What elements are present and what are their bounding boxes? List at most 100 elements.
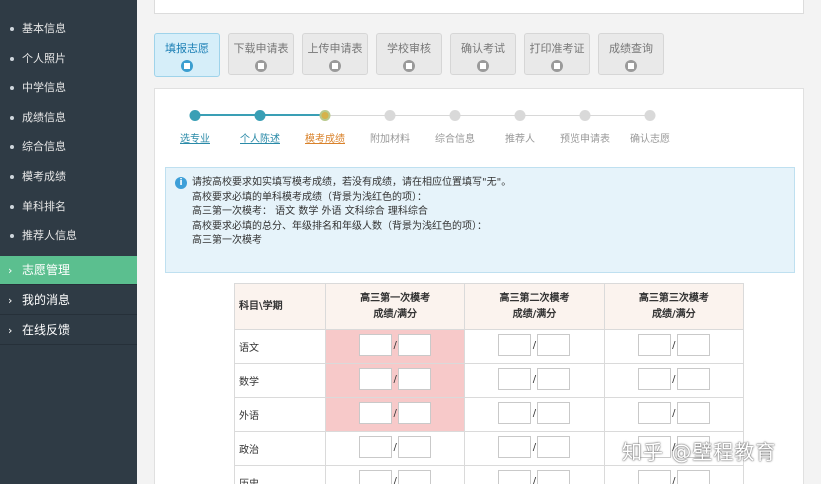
- full-score-input[interactable]: [676, 334, 710, 356]
- step-label: 下载申请表: [233, 42, 289, 55]
- step-school-review[interactable]: 学校审核: [376, 33, 442, 75]
- score-cell: /: [324, 431, 466, 466]
- full-score-input[interactable]: [537, 470, 571, 484]
- score-input[interactable]: [498, 368, 532, 390]
- step-fill-application[interactable]: 填报志愿: [154, 33, 220, 77]
- progress-link-major[interactable]: 选专业: [180, 130, 210, 145]
- notice-line: 高校要求必填的单科模考成绩（背景为浅红色的项）：: [192, 191, 427, 203]
- step-status-icon: [255, 60, 267, 72]
- score-input[interactable]: [637, 470, 671, 484]
- full-score-input[interactable]: [398, 402, 432, 424]
- score-cell: /: [324, 397, 466, 432]
- sidebar-item-referee[interactable]: 推荐人信息: [0, 221, 137, 251]
- chevron-right-icon: ›: [8, 264, 13, 277]
- score-input[interactable]: [498, 334, 532, 356]
- column-header-sub: 成绩/满分: [373, 308, 417, 320]
- sidebar-item-label: 基本信息: [22, 22, 66, 35]
- step-upload-form[interactable]: 上传申请表: [302, 33, 368, 75]
- full-score-input[interactable]: [537, 436, 571, 458]
- sidebar-item-feedback[interactable]: › 在线反馈: [0, 316, 137, 345]
- score-input[interactable]: [637, 368, 671, 390]
- bullet-icon: [10, 204, 14, 209]
- sidebar-item-basic-info[interactable]: 基本信息: [0, 14, 137, 44]
- sidebar-item-messages[interactable]: › 我的消息: [0, 286, 137, 315]
- score-input[interactable]: [359, 334, 393, 356]
- score-cell: /: [324, 363, 466, 398]
- step-status-icon: [551, 60, 563, 72]
- sidebar-item-school-info[interactable]: 中学信息: [0, 73, 137, 103]
- score-input[interactable]: [498, 402, 532, 424]
- score-input[interactable]: [637, 402, 671, 424]
- column-header-title: 高三第三次模考: [638, 292, 709, 304]
- notice-line: 请按高校要求如实填写模考成绩，若没有成绩，请在相应位置填写"无"。: [192, 177, 512, 188]
- table-row: 语文 / / /: [234, 329, 745, 364]
- step-label: 上传申请表: [307, 42, 363, 55]
- bullet-icon: [10, 115, 14, 120]
- score-cell: /: [603, 465, 745, 484]
- sidebar-item-label: 成绩信息: [22, 110, 66, 124]
- step-score-query[interactable]: 成绩查询: [598, 33, 664, 75]
- score-input[interactable]: [359, 402, 393, 424]
- table-row: 数学 / / /: [234, 363, 745, 398]
- sidebar: 基本信息 个人照片 中学信息 成绩信息 综合信息 模考成绩 单科排名 推荐人信息…: [0, 0, 137, 484]
- sidebar-item-label: 单科排名: [22, 199, 66, 213]
- main-content: 填报志愿 下载申请表 上传申请表 学校审核 确认考试 打印准考证 成绩查询 选专…: [137, 0, 821, 484]
- sub-progress: 选专业 个人陈述 模考成绩 附加材料 综合信息 推荐人 预览申请表 确认志愿: [155, 103, 805, 147]
- sidebar-item-label: 综合信息: [22, 140, 66, 154]
- sidebar-item-label: 模考成绩: [22, 169, 66, 183]
- step-label: 学校审核: [387, 42, 431, 55]
- step-print-ticket[interactable]: 打印准考证: [524, 33, 590, 75]
- full-score-input[interactable]: [676, 470, 710, 484]
- progress-node: [579, 110, 591, 121]
- step-download-form[interactable]: 下载申请表: [228, 33, 294, 75]
- sidebar-item-mock-scores[interactable]: 模考成绩: [0, 162, 137, 192]
- score-input[interactable]: [359, 436, 393, 458]
- score-cell: /: [464, 465, 605, 484]
- full-score-input[interactable]: [398, 334, 432, 356]
- score-cell: /: [464, 431, 605, 466]
- subject-label: 历史: [234, 465, 326, 484]
- score-cell: /: [464, 329, 605, 364]
- score-input[interactable]: [359, 470, 393, 484]
- progress-node: [189, 110, 201, 121]
- column-header-sub: 成绩/满分: [512, 308, 557, 320]
- full-score-input[interactable]: [398, 368, 432, 390]
- progress-link-mock-scores[interactable]: 模考成绩: [305, 130, 345, 145]
- full-score-input[interactable]: [676, 368, 710, 390]
- sidebar-item-application[interactable]: › 志愿管理: [0, 256, 137, 285]
- progress-label-comprehensive: 综合信息: [435, 134, 475, 145]
- column-header-title: 高三第一次模考: [360, 292, 431, 304]
- subject-label: 数学: [234, 363, 326, 398]
- top-panel-edge: [154, 0, 804, 14]
- bullet-icon: [10, 145, 14, 150]
- sidebar-item-grades[interactable]: 成绩信息: [0, 103, 137, 133]
- column-header: 高三第一次模考 成绩/满分: [324, 283, 466, 330]
- progress-node: [384, 110, 396, 121]
- step-status-icon: [625, 60, 637, 72]
- sidebar-item-subject-rank[interactable]: 单科排名: [0, 192, 137, 222]
- sidebar-item-label: 在线反馈: [22, 323, 71, 337]
- score-cell: /: [324, 329, 466, 364]
- progress-link-statement[interactable]: 个人陈述: [240, 130, 280, 145]
- full-score-input[interactable]: [398, 436, 432, 458]
- full-score-input[interactable]: [537, 402, 571, 424]
- score-cell: /: [464, 397, 605, 432]
- sidebar-item-photo[interactable]: 个人照片: [0, 44, 137, 74]
- score-input[interactable]: [359, 368, 393, 390]
- score-input[interactable]: [498, 436, 532, 458]
- progress-label-materials: 附加材料: [370, 134, 410, 145]
- full-score-input[interactable]: [398, 470, 432, 484]
- chevron-right-icon: ›: [8, 294, 13, 307]
- sidebar-item-comprehensive[interactable]: 综合信息: [0, 132, 137, 162]
- subject-label: 语文: [234, 329, 326, 364]
- application-panel: 选专业 个人陈述 模考成绩 附加材料 综合信息 推荐人 预览申请表 确认志愿 i…: [154, 88, 804, 484]
- bullet-icon: [10, 56, 14, 61]
- full-score-input[interactable]: [537, 334, 571, 356]
- full-score-input[interactable]: [537, 368, 571, 390]
- progress-label-preview: 预览申请表: [560, 134, 610, 145]
- score-input[interactable]: [637, 334, 671, 356]
- full-score-input[interactable]: [676, 402, 710, 424]
- score-input[interactable]: [498, 470, 532, 484]
- bullet-icon: [10, 234, 14, 239]
- step-confirm-exam[interactable]: 确认考试: [450, 33, 516, 75]
